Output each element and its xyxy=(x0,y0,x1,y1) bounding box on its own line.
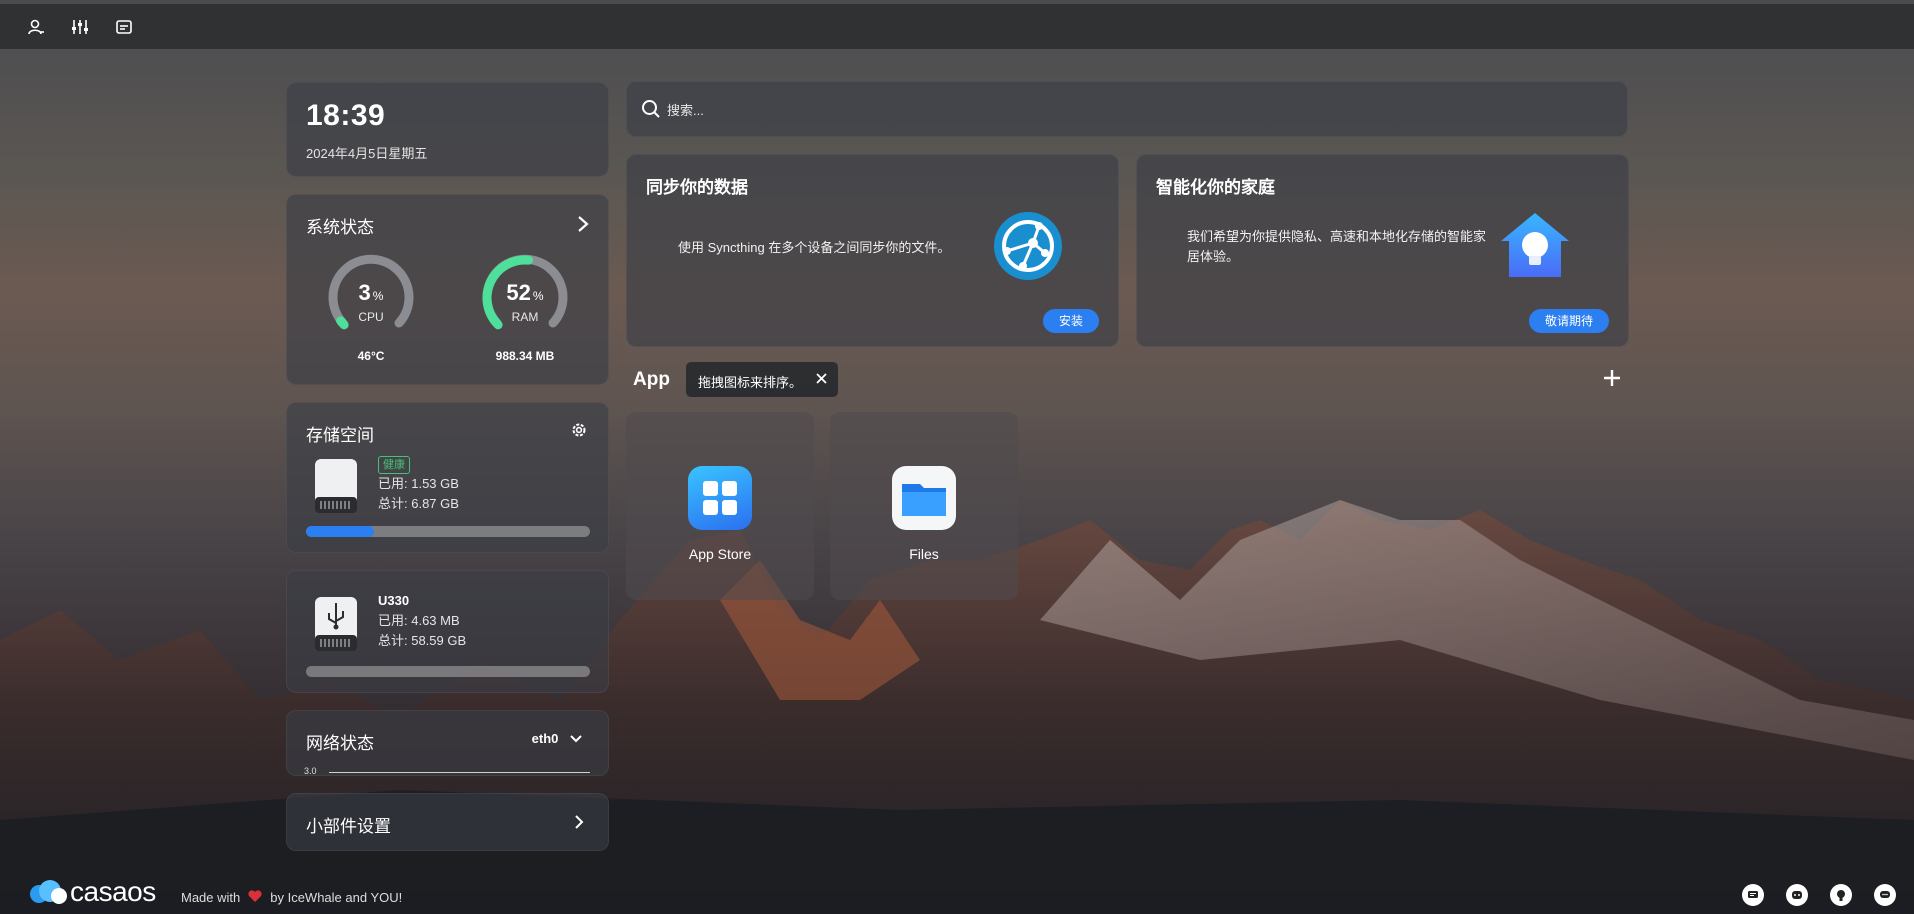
search-input[interactable] xyxy=(667,98,1567,122)
footer-links xyxy=(1742,884,1896,906)
usb-drive-widget: U330 已用: 4.63 MB 总计: 58.59 GB xyxy=(286,570,609,693)
smart-bulb-icon xyxy=(1499,211,1571,286)
app-tile-app-store[interactable]: App Store xyxy=(626,412,814,600)
storage-title: 存储空间 xyxy=(306,426,374,445)
disk-used: 已用: 1.53 GB xyxy=(378,476,459,491)
logo-text: casaos xyxy=(70,876,156,907)
search-bar xyxy=(626,81,1628,137)
usb-drive-icon xyxy=(311,595,361,655)
ram-label: RAM xyxy=(511,310,539,324)
dashboard-icon[interactable] xyxy=(112,15,136,39)
sync-card-title: 同步你的数据 xyxy=(646,178,748,197)
gear-icon[interactable] xyxy=(570,421,588,444)
usb-name: U330 xyxy=(378,593,410,608)
sliders-icon[interactable] xyxy=(68,15,92,39)
cpu-gauge: 3% CPU xyxy=(321,248,421,348)
widget-settings-title: 小部件设置 xyxy=(306,817,391,836)
usb-total: 总计: 58.59 GB xyxy=(378,633,467,648)
chevron-down-icon xyxy=(570,731,582,746)
app-tile-files[interactable]: Files xyxy=(830,412,1018,600)
footer: casaos Made with by IceWhale and YOU! xyxy=(0,876,1914,914)
chat-icon[interactable] xyxy=(1742,884,1764,906)
cpu-label: CPU xyxy=(358,310,384,324)
network-title: 网络状态 xyxy=(306,734,374,753)
tooltip-text: 拖拽图标来排序。 xyxy=(698,375,803,390)
made-with-label: Made with xyxy=(181,890,241,905)
disk-usage-fill xyxy=(306,526,375,537)
syncthing-icon xyxy=(993,211,1063,286)
cpu-temperature: 46°C xyxy=(357,349,385,363)
disk-usage-bar xyxy=(306,526,590,537)
by-label: by IceWhale and YOU! xyxy=(270,890,403,905)
ram-used: 988.34 MB xyxy=(495,349,555,363)
system-status-widget: 系统状态 3% CPU 46°C 52% RAM 988.34 MB xyxy=(286,194,609,385)
smart-home-title: 智能化你的家庭 xyxy=(1156,178,1275,197)
install-button[interactable]: 安装 xyxy=(1043,309,1099,333)
smart-home-card: 智能化你的家庭 我们希望为你提供隐私、高速和本地化存储的智能家居体验。 敬请期待 xyxy=(1136,154,1629,347)
app-name: Files xyxy=(909,546,939,562)
chevron-right-icon xyxy=(574,814,584,835)
disk-total: 总计: 6.87 GB xyxy=(378,496,459,511)
app-store-icon xyxy=(688,466,752,530)
github-icon[interactable] xyxy=(1830,884,1852,906)
network-interface-select[interactable]: eth0 xyxy=(532,731,582,746)
chevron-right-icon[interactable] xyxy=(576,215,590,238)
network-interface-label: eth0 xyxy=(531,731,559,746)
storage-widget: 存储空间 健康 已用: 1.53 GB 总计: 6.87 GB xyxy=(286,402,609,553)
app-section-title: App xyxy=(633,369,670,390)
network-graph-line xyxy=(329,772,590,773)
clock-date: 2024年4月5日星期五 xyxy=(306,146,428,161)
network-scale-label: 3.0 xyxy=(304,766,317,776)
health-badge: 健康 xyxy=(378,456,410,474)
clock-time: 18:39 xyxy=(306,99,386,132)
clock-widget: 18:39 2024年4月5日星期五 xyxy=(286,82,609,177)
add-app-button[interactable] xyxy=(1600,366,1624,395)
usb-info: U330 已用: 4.63 MB 总计: 58.59 GB xyxy=(378,591,466,651)
heart-icon xyxy=(248,890,262,905)
widget-settings[interactable]: 小部件设置 xyxy=(286,793,609,851)
close-icon[interactable] xyxy=(815,372,828,388)
sync-feature-card: 同步你的数据 使用 Syncthing 在多个设备之间同步你的文件。 安装 xyxy=(626,154,1119,347)
ram-gauge: 52% RAM xyxy=(475,248,575,348)
disk-info: 健康 已用: 1.53 GB 总计: 6.87 GB xyxy=(378,454,459,514)
message-icon[interactable] xyxy=(1874,884,1896,906)
search-icon xyxy=(641,99,661,124)
files-icon xyxy=(892,466,956,530)
ram-value: 52% xyxy=(506,280,544,305)
usb-used: 已用: 4.63 MB xyxy=(378,613,460,628)
network-widget: 网络状态 eth0 3.0 xyxy=(286,710,609,776)
coming-soon-button[interactable]: 敬请期待 xyxy=(1529,309,1609,333)
discord-icon[interactable] xyxy=(1786,884,1808,906)
hard-drive-icon xyxy=(311,457,361,517)
top-bar xyxy=(0,0,1914,49)
drag-sort-tooltip: 拖拽图标来排序。 xyxy=(686,362,838,397)
system-status-title: 系统状态 xyxy=(306,218,374,237)
user-icon[interactable] xyxy=(24,15,48,39)
sync-card-desc: 使用 Syncthing 在多个设备之间同步你的文件。 xyxy=(678,240,951,255)
smart-home-desc: 我们希望为你提供隐私、高速和本地化存储的智能家居体验。 xyxy=(1187,229,1487,264)
app-name: App Store xyxy=(688,546,752,562)
made-with-text: Made with by IceWhale and YOU! xyxy=(181,890,402,905)
casaos-logo[interactable]: casaos xyxy=(28,876,156,908)
cpu-value: 3% xyxy=(358,280,384,305)
usb-usage-bar xyxy=(306,666,590,677)
